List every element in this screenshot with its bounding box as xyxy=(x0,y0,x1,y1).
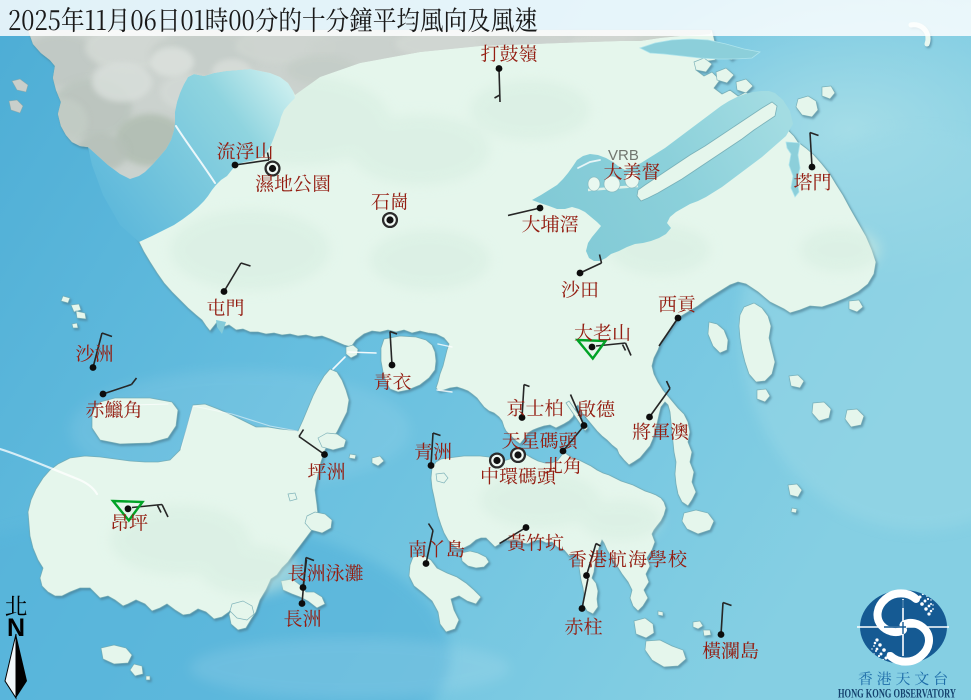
svg-text:VRB: VRB xyxy=(608,147,639,164)
svg-text:HONG KONG OBSERVATORY: HONG KONG OBSERVATORY xyxy=(838,686,956,700)
